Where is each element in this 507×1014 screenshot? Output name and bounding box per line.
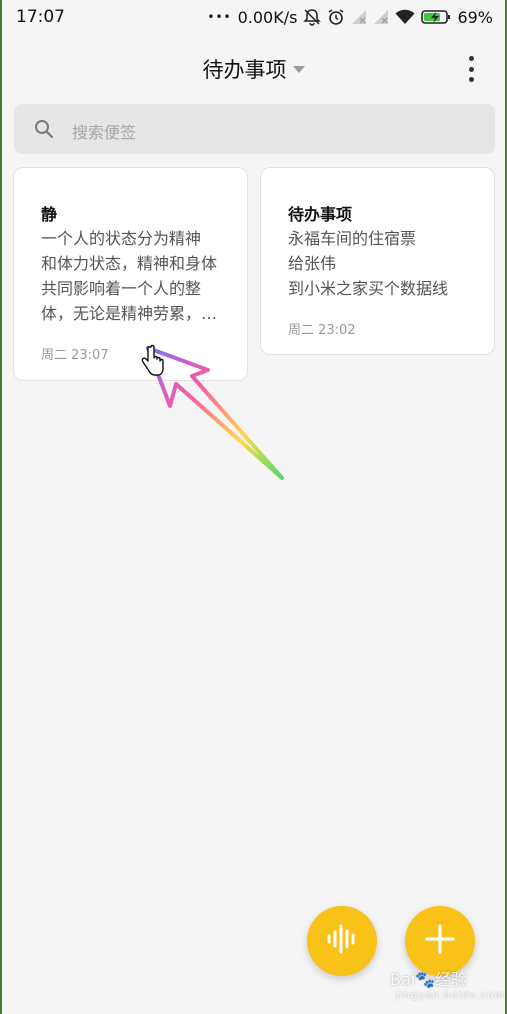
voice-note-button[interactable]: [307, 906, 377, 976]
note-preview: 一个人的状态分为精神 和体力状态，精神和身体 共同影响着一个人的整 体，无论是精…: [41, 226, 231, 326]
alarm-clock-icon: [327, 8, 345, 26]
window-border-left: [0, 0, 2, 1014]
note-preview: 永福车间的住宿票 给张伟 到小米之家买个数据线: [288, 226, 478, 301]
plus-icon: [425, 924, 455, 958]
note-line: 给张伟: [288, 254, 337, 273]
note-line: 共同影响着一个人的整: [41, 279, 202, 298]
menu-dot: [468, 56, 474, 61]
battery-percent: 69%: [457, 7, 493, 27]
note-line: 和体力状态，精神和身体: [41, 254, 218, 273]
status-bar: 17:07 ••• 0.00K/s 69%: [0, 0, 507, 34]
note-title: 待办事项: [288, 205, 353, 224]
alarm-off-icon: [303, 8, 322, 26]
signal-icon: [351, 9, 367, 25]
hand-cursor-icon: [141, 344, 164, 376]
note-date: 周二 23:07: [41, 348, 109, 363]
watermark-url: jingyan.baidu.com: [396, 990, 506, 1001]
note-line: 体，无论是精神劳累，…: [41, 304, 218, 323]
more-options-icon[interactable]: [465, 56, 477, 82]
note-line: 到小米之家买个数据线: [288, 279, 449, 298]
status-time: 17:07: [16, 7, 65, 27]
search-icon: [34, 119, 54, 143]
search-bar[interactable]: 搜索便签: [14, 104, 495, 154]
battery-charging-icon: [421, 9, 451, 25]
page-title: 待办事项: [202, 58, 287, 82]
voice-waveform-icon: [325, 924, 359, 958]
folder-selector[interactable]: 待办事项: [0, 54, 507, 84]
note-card[interactable]: 待办事项 永福车间的住宿票 给张伟 到小米之家买个数据线 周二 23:02: [260, 167, 495, 355]
watermark: Bai🐾经验: [390, 970, 468, 989]
menu-dot: [468, 77, 474, 82]
network-speed: 0.00K/s: [237, 7, 298, 27]
signal-icon: [373, 9, 389, 25]
app-header: 待办事项: [0, 50, 507, 90]
wifi-icon: [395, 9, 415, 25]
note-date: 周二 23:02: [288, 323, 356, 338]
note-line: 永福车间的住宿票: [288, 229, 417, 248]
note-title: 静: [41, 205, 58, 224]
status-dots: •••: [207, 10, 232, 24]
note-line: 一个人的状态分为精神: [41, 229, 202, 248]
search-placeholder: 搜索便签: [72, 123, 137, 142]
menu-dot: [468, 66, 474, 72]
caret-down-icon: [292, 65, 305, 73]
status-indicators: ••• 0.00K/s 69%: [207, 6, 493, 28]
